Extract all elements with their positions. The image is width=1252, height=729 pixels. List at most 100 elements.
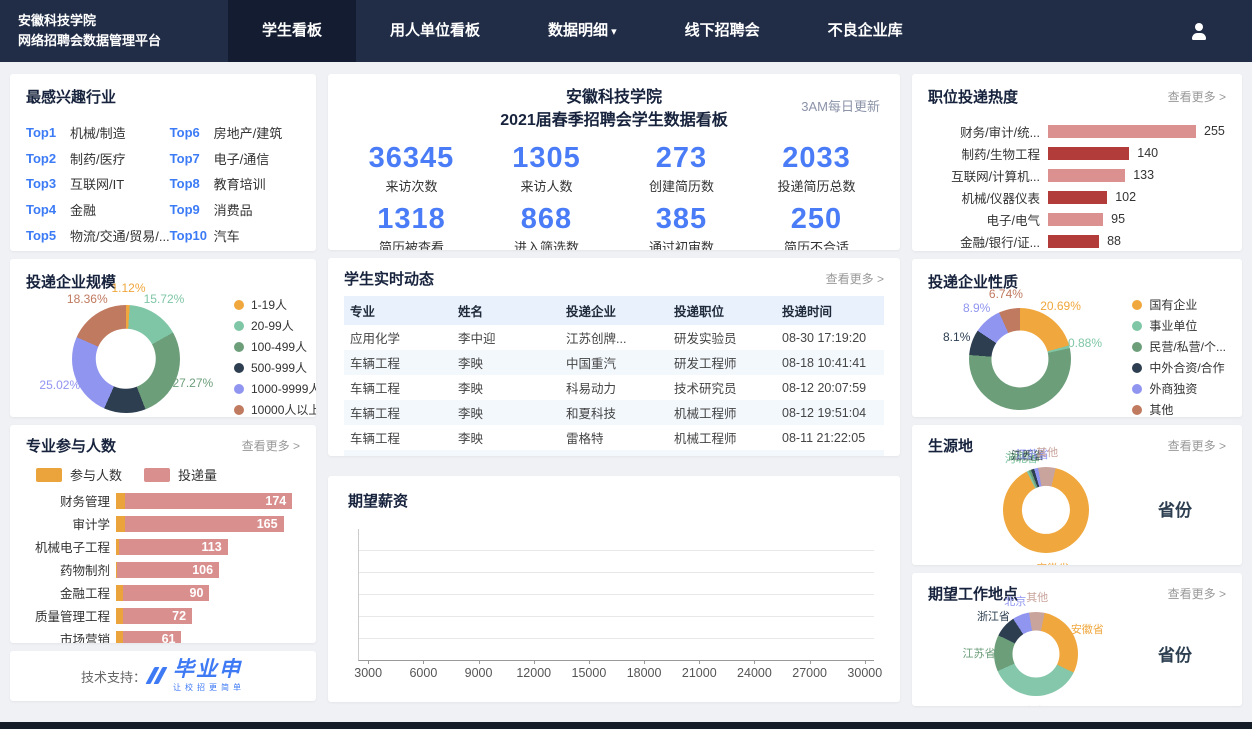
major-stacked-bar: 90 (116, 585, 209, 601)
table-cell: 研发实验员 (668, 325, 776, 350)
legend-label: 20-99人 (251, 317, 294, 334)
major-stacked-bar: 106 (116, 562, 219, 578)
nav-tab-4[interactable]: 线下招聘会 (651, 0, 794, 62)
stat-item: 868进入筛选数 (479, 203, 614, 250)
legend-label: 10000人以上 (251, 401, 316, 417)
brand: 安徽科技学院 网络招聘会数据管理平台 (0, 0, 228, 62)
job-heat-bar (1048, 235, 1099, 248)
x-axis-tick-mark (423, 660, 424, 664)
table-cell: 08-11 21:22:05 (776, 425, 884, 450)
job-heat-bar (1048, 191, 1107, 204)
card-tech-support: 技术支持： 毕业申 让校招更简单 (10, 651, 316, 701)
table-header-cell: 专业 (344, 296, 452, 325)
donut-slice-label: 27.27% (172, 376, 213, 390)
donut-slice-label: 上海 (1024, 703, 1046, 706)
stat-item: 273创建简历数 (614, 142, 749, 195)
job-heat-value: 95 (1111, 212, 1125, 226)
volume-bar-segment: 106 (117, 562, 219, 578)
salary-histogram-bars (359, 529, 874, 660)
origin-donut: 安徽省河北省湖南省江西省江苏省其他 (928, 456, 1138, 560)
job-heat-bar (1048, 169, 1125, 182)
job-heat-label: 金融/银行/证... (928, 232, 1040, 251)
workplace-more-link[interactable]: 查看更多 > (1168, 585, 1226, 602)
x-axis-tick-label: 12000 (516, 666, 551, 680)
interest-label: 物流/交通/贸易/... (70, 226, 170, 245)
stat-label: 进入筛选数 (479, 237, 614, 250)
table-row: 车辆工程李映中国重汽研发工程师08-18 10:41:41 (344, 350, 884, 375)
major-label: 市场营销 (26, 629, 116, 643)
job-heat-value: 88 (1107, 234, 1121, 248)
stat-item: 385通过初审数 (614, 203, 749, 250)
card-overview-stats: 安徽科技学院 2021届春季招聘会学生数据看板 3AM每日更新 36345来访次… (328, 74, 900, 250)
majors-more-link[interactable]: 查看更多 > (242, 437, 300, 454)
table-header-cell: 投递企业 (560, 296, 668, 325)
participants-bar-segment (116, 631, 123, 644)
nav-tab-1[interactable]: 学生看板 (228, 0, 356, 62)
major-label: 机械电子工程 (26, 537, 116, 556)
table-cell: 08-18 10:41:41 (776, 350, 884, 375)
legend-dot (234, 405, 244, 415)
user-icon[interactable] (1190, 23, 1208, 40)
major-stacked-bar: 61 (116, 631, 181, 644)
job-heat-label: 机械/仪器仪表 (928, 188, 1040, 207)
stat-item: 2033投递简历总数 (749, 142, 884, 195)
interest-label: 消费品 (214, 200, 253, 219)
legend-item: 100-499人 (234, 338, 316, 355)
legend-label: 其他 (1149, 401, 1173, 417)
activity-more-link[interactable]: 查看更多 > (826, 270, 884, 287)
volume-bar-segment: 174 (125, 493, 293, 509)
stat-value: 2033 (749, 142, 884, 175)
participants-bar-segment (116, 516, 125, 532)
x-axis-tick-mark (479, 660, 480, 664)
origin-more-link[interactable]: 查看更多 > (1168, 437, 1226, 454)
job-heat-row: 财务/审计/统...255 (928, 120, 1226, 142)
table-cell: 李中迎 (452, 325, 560, 350)
interest-rank: Top3 (26, 176, 70, 191)
major-bar-row: 财务管理174 (26, 489, 300, 512)
volume-bar-segment: 90 (123, 585, 210, 601)
job-heat-value: 255 (1204, 124, 1225, 138)
dashboard-body: 最感兴趣行业 Top1机械/制造Top2制药/医疗Top3互联网/ITTop4金… (0, 62, 1252, 714)
donut-slice-label: 0.88% (1068, 336, 1102, 350)
biyeshen-logo[interactable]: 毕业申 让校招更简单 (146, 659, 245, 693)
stat-value: 273 (614, 142, 749, 175)
table-cell: 车辆工程 (344, 450, 452, 456)
interest-rank: Top2 (26, 151, 70, 166)
nav-tab-3[interactable]: 数据明细 ▾ (514, 0, 651, 62)
legend-dot (234, 300, 244, 310)
legend-label: 民营/私营/个... (1149, 338, 1226, 355)
stat-label: 投递简历总数 (749, 176, 884, 195)
interest-rank: Top1 (26, 125, 70, 140)
legend-dot (1132, 384, 1142, 394)
nav-tab-5[interactable]: 不良企业库 (794, 0, 937, 62)
job-heat-row: 金融/银行/证... 88 (928, 230, 1226, 251)
job-heat-label: 制药/生物工程 (928, 144, 1040, 163)
job-heat-value: 102 (1115, 190, 1136, 204)
interest-label: 机械/制造 (70, 123, 126, 142)
legend-dot (234, 342, 244, 352)
legend-dot (1132, 300, 1142, 310)
donut-slice-label: 20.69% (1040, 299, 1081, 313)
legend-label: 中外合资/合作 (1149, 359, 1224, 376)
legend-item: 投递量 (144, 465, 217, 484)
table-cell: 08-30 17:19:20 (776, 325, 884, 350)
table-row: 车辆工程李映科易动力技术研究员08-12 20:07:59 (344, 375, 884, 400)
interest-item: Top2制药/医疗 (26, 146, 170, 172)
nav-tabs: 学生看板用人单位看板数据明细 ▾线下招聘会不良企业库 (228, 0, 937, 62)
legend-item: 其他 (1132, 401, 1226, 417)
table-cell: 机械工程师 (668, 400, 776, 425)
legend-item: 10000人以上 (234, 401, 316, 417)
interest-item: Top4金融 (26, 197, 170, 223)
interest-item: Top10汽车 (170, 222, 300, 248)
job-heat-more-link[interactable]: 查看更多 > (1168, 88, 1226, 105)
nav-tab-2[interactable]: 用人单位看板 (356, 0, 514, 62)
stat-label: 创建简历数 (614, 176, 749, 195)
table-row: 应用化学李中迎江苏创牌...研发实验员08-30 17:19:20 (344, 325, 884, 350)
salary-title: 期望薪资 (348, 490, 408, 511)
x-axis-tick-mark (754, 660, 755, 664)
origin-unit-label: 省份 (1158, 496, 1226, 521)
chevron-right-icon: > (1219, 439, 1226, 453)
x-axis-tick-mark (368, 660, 369, 664)
card-expected-workplace: 期望工作地点 查看更多 > 安徽省上海江苏省浙江省北京其他 省份 (912, 573, 1242, 706)
job-heat-label: 互联网/计算机... (928, 166, 1040, 185)
